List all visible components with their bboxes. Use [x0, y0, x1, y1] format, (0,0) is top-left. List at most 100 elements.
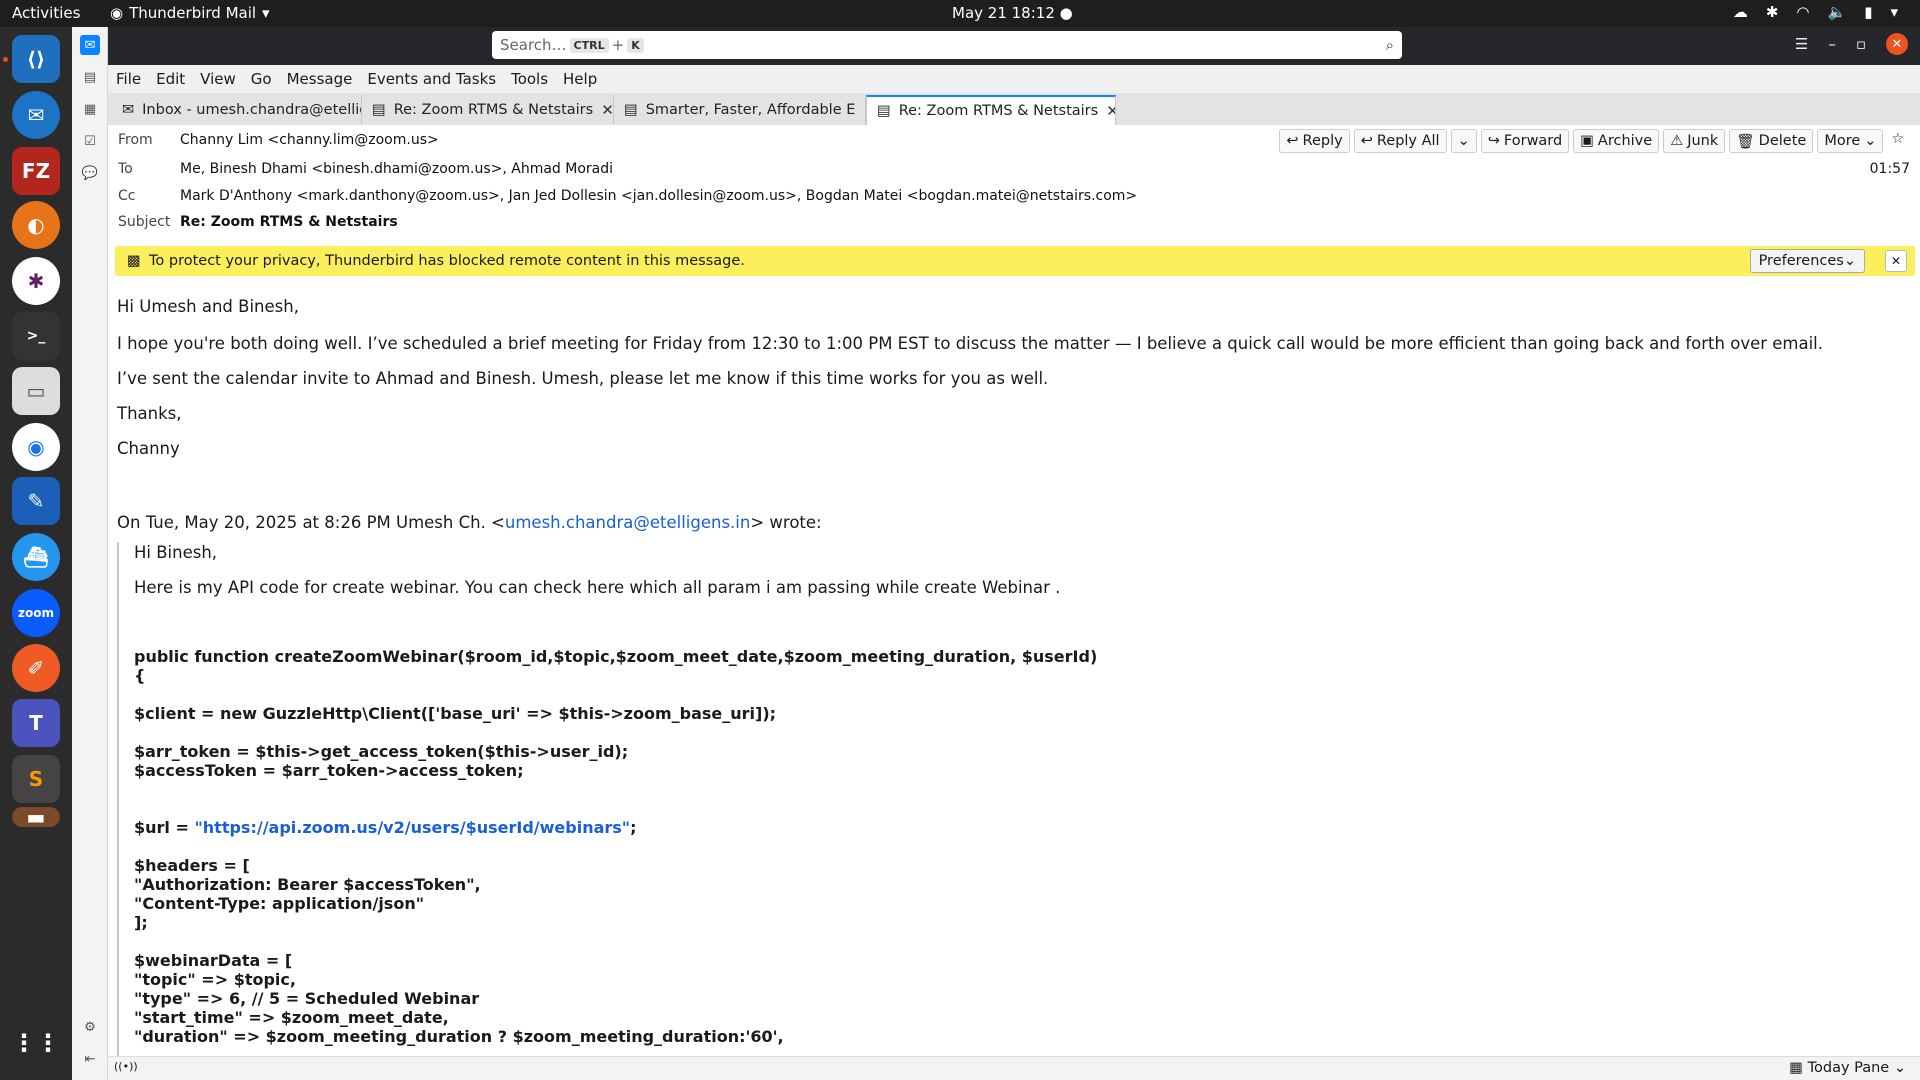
message-header: From Channy Lim <channy.lim@zoom.us> To Me…	[108, 125, 1920, 245]
maximize-icon[interactable]: ▫	[1856, 35, 1866, 53]
slack-tray-icon[interactable]: ✱	[1766, 3, 1779, 21]
code-line: $client = new GuzzleHttp\Client(['base_u…	[134, 704, 777, 723]
cc-label: Cc	[118, 188, 136, 204]
reply-button[interactable]: ↩ Reply	[1279, 129, 1350, 153]
message-icon: ▤	[372, 102, 386, 118]
menu-help[interactable]: Help	[563, 70, 597, 88]
code-line: "Authorization: Bearer $accessToken",	[134, 875, 481, 894]
tab-close-icon[interactable]: ✕	[1106, 102, 1115, 120]
caret-down-icon: ▾	[262, 4, 270, 22]
menu-tools[interactable]: Tools	[511, 70, 548, 88]
zoom-icon[interactable]: zoom	[12, 589, 60, 637]
today-pane-toggle[interactable]: ▦ Today Pane ⌄	[1789, 1060, 1906, 1076]
code-line: {	[134, 666, 146, 685]
banner-close-icon[interactable]: ✕	[1885, 250, 1907, 272]
mail-space-icon[interactable]: ✉	[80, 35, 100, 55]
preferences-button[interactable]: Preferences ⌄	[1749, 249, 1865, 273]
tasks-icon[interactable]: ☑	[80, 131, 100, 151]
menu-view[interactable]: View	[200, 70, 236, 88]
status-bar: ((•)) ▦ Today Pane ⌄	[108, 1056, 1920, 1080]
activities-button[interactable]: Activities	[12, 4, 80, 22]
quoted-greeting: Hi Binesh,	[134, 543, 218, 562]
reply-dropdown[interactable]: ⌄	[1450, 129, 1477, 153]
firefox-icon[interactable]: ◐	[12, 201, 60, 249]
archive-button[interactable]: ▣ Archive	[1573, 129, 1660, 153]
message-icon: ▤	[877, 103, 891, 119]
to-value[interactable]: Me, Binesh Dhami <binesh.dhami@zoom.us>,…	[180, 161, 613, 177]
docker-icon[interactable]: ⛴	[12, 533, 60, 581]
greeting: Hi Umesh and Binesh,	[117, 297, 299, 316]
dock: ⟨⟩ ✉ FZ ◐ ✱ >_ ▭ ◉ ✎ ⛴ zoom ✐ T S ▬ ⋮⋮	[0, 27, 72, 1080]
filezilla-icon[interactable]: FZ	[12, 147, 60, 195]
quoted-paragraph: Here is my API code for create webinar. …	[134, 578, 1061, 597]
chat-icon[interactable]: 💬	[80, 163, 100, 183]
writer-icon[interactable]: ✎	[12, 477, 60, 525]
remote-content-banner: ▩ To protect your privacy, Thunderbird h…	[115, 246, 1915, 276]
calendar-icon[interactable]: ▦	[80, 99, 100, 119]
show-apps-icon[interactable]: ⋮⋮	[12, 1019, 60, 1067]
settings-gear-icon[interactable]: ⚙	[80, 1017, 100, 1037]
vscode-icon[interactable]: ⟨⟩	[12, 35, 60, 83]
close-icon[interactable]: ✕	[1886, 33, 1908, 55]
tab-message-2[interactable]: ▤Smarter, Faster, Affordable E✕	[614, 95, 866, 125]
delete-button[interactable]: 🗑 Delete	[1729, 129, 1814, 153]
thunderbird-dock-icon[interactable]: ✉	[12, 91, 60, 139]
teams-icon[interactable]: T	[12, 699, 60, 747]
app-menu-icon[interactable]: ☰	[1795, 35, 1808, 53]
system-tray[interactable]: ☁ ✱ ◠ 🔈 ▮ ▾	[1733, 3, 1898, 21]
minimize-icon[interactable]: –	[1828, 35, 1836, 53]
tab-message-active[interactable]: ▤Re: Zoom RTMS & Netstairs✕	[866, 95, 1116, 125]
reply-all-button[interactable]: ↩ Reply All	[1353, 129, 1447, 153]
sublime-icon[interactable]: S	[12, 755, 60, 803]
window-controls: ☰ – ▫ ✕	[1795, 33, 1908, 55]
search-input[interactable]: Search… CTRL + K ⌕	[492, 31, 1402, 59]
forward-button[interactable]: ↪ Forward	[1480, 129, 1570, 153]
code-line: $arr_token = $this->get_access_token($th…	[134, 742, 629, 761]
more-button[interactable]: More ⌄	[1817, 129, 1884, 153]
tab-close-icon[interactable]: ✕	[601, 101, 613, 119]
from-label: From	[118, 132, 153, 148]
power-menu-icon[interactable]: ▾	[1890, 3, 1898, 21]
message-time: 01:57	[1869, 161, 1910, 177]
clock[interactable]: May 21 18:12 ●	[952, 4, 1073, 22]
star-icon[interactable]: ☆	[1887, 129, 1908, 153]
tab-inbox[interactable]: ✉Inbox - umesh.chandra@etelligens.in	[112, 95, 362, 125]
address-book-icon[interactable]: ▤	[80, 67, 100, 87]
slack-icon[interactable]: ✱	[12, 257, 60, 305]
quoted-message: Hi Binesh, Here is my API code for creat…	[117, 542, 1317, 1062]
paragraph: I hope you're both doing well. I’ve sche…	[117, 334, 1824, 353]
code-line: "start_time" => $zoom_meet_date,	[134, 1008, 449, 1027]
menu-go[interactable]: Go	[251, 70, 272, 88]
menu-events-tasks[interactable]: Events and Tasks	[367, 70, 496, 88]
code-line: "type" => 6, // 5 = Scheduled Webinar	[134, 989, 480, 1008]
tab-message-1[interactable]: ▤ Re: Zoom RTMS & Netstairs ✕	[362, 95, 614, 125]
terminal-icon[interactable]: >_	[12, 312, 60, 360]
docker-tray-icon[interactable]: ☁	[1733, 3, 1748, 21]
connection-icon: ((•))	[114, 1060, 138, 1073]
volume-icon: 🔈	[1827, 3, 1847, 21]
files-icon[interactable]: ▭	[12, 367, 60, 415]
menu-message[interactable]: Message	[287, 70, 353, 88]
kbd-k: K	[627, 37, 644, 53]
code-line: $accessToken = $arr_token->access_token;	[134, 761, 524, 780]
menu-edit[interactable]: Edit	[156, 70, 185, 88]
kbd-plus: +	[611, 36, 625, 54]
postman-icon[interactable]: ✐	[12, 644, 60, 692]
subject-value: Re: Zoom RTMS & Netstairs	[180, 214, 398, 230]
code-line: $headers = [	[134, 856, 250, 875]
code-line: $webinarData = [	[134, 951, 293, 970]
spaces-toolbar: ✉ ▤ ▦ ☑ 💬 ⚙ ⇤	[72, 27, 108, 1080]
chrome-icon[interactable]: ◉	[12, 423, 60, 471]
toolbox-icon[interactable]: ▬	[12, 805, 60, 829]
menu-bar: File Edit View Go Message Events and Tas…	[108, 65, 1920, 93]
from-value[interactable]: Channy Lim <channy.lim@zoom.us>	[180, 132, 439, 148]
collapse-icon[interactable]: ⇤	[80, 1049, 100, 1069]
app-menu[interactable]: ◉ Thunderbird Mail ▾	[110, 4, 270, 22]
message-icon: ▤	[624, 102, 638, 118]
junk-button[interactable]: ⚠ Junk	[1663, 129, 1726, 153]
shield-icon: ▩	[127, 253, 141, 269]
quote-email-link[interactable]: umesh.chandra@etelligens.in	[505, 513, 750, 532]
api-url-link[interactable]: "https://api.zoom.us/v2/users/$userId/we…	[194, 818, 630, 837]
cc-value[interactable]: Mark D'Anthony <mark.danthony@zoom.us>, …	[180, 188, 1137, 204]
menu-file[interactable]: File	[116, 70, 141, 88]
